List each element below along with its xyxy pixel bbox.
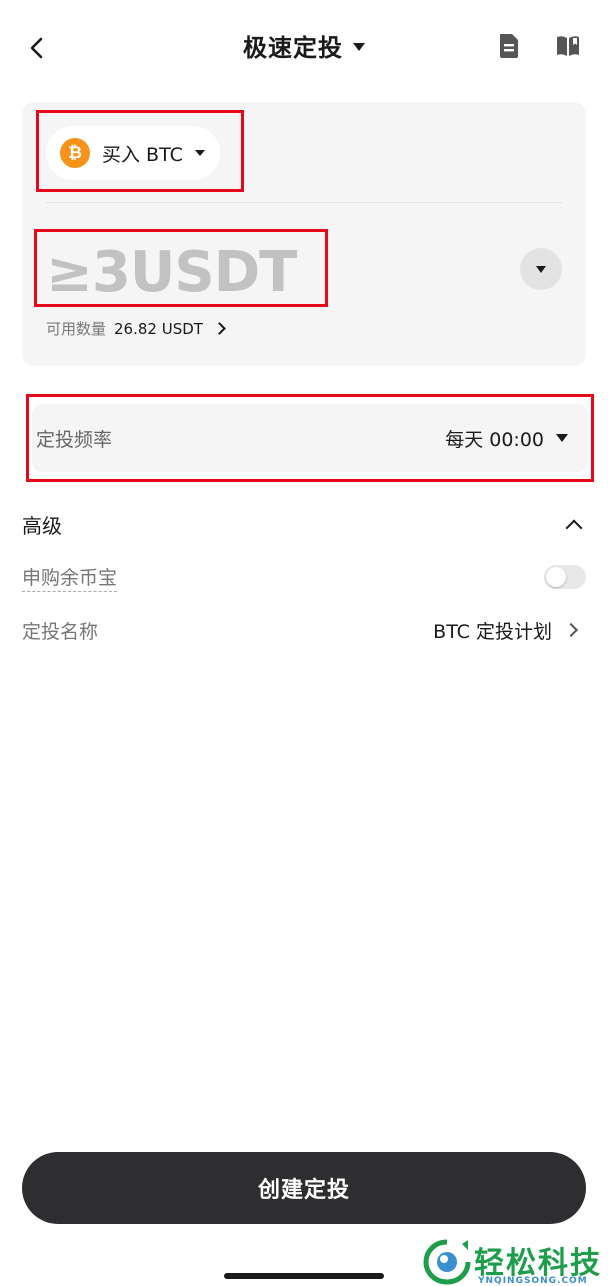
frequency-value-group: 每天 00:00 [445, 425, 568, 452]
frequency-label: 定投频率 [36, 428, 113, 451]
bitcoin-icon: ₿ [60, 138, 90, 168]
subscribe-toggle[interactable] [544, 565, 586, 589]
frequency-selector[interactable]: 定投频率 每天 00:00 [32, 404, 588, 472]
book-icon [557, 36, 579, 56]
eye-logo-icon [423, 1239, 471, 1285]
watermark: 轻松科技 YNQINGSONG.COM [422, 1238, 608, 1286]
create-plan-button[interactable]: 创建定投 [22, 1152, 586, 1224]
caret-down-icon [353, 42, 365, 51]
advanced-section-toggle[interactable]: 高级 [22, 506, 586, 542]
plan-name-value: BTC 定投计划 [433, 620, 552, 643]
document-icon [500, 34, 518, 58]
subscribe-label: 申购余币宝 [22, 563, 118, 592]
caret-down-icon [536, 265, 546, 273]
available-label: 可用数量 [46, 320, 107, 338]
caret-down-icon [194, 150, 205, 156]
frequency-value: 每天 00:00 [445, 428, 544, 451]
plan-name-row[interactable]: 定投名称 BTC 定投计划 [22, 612, 586, 648]
buy-coin-label: 买入 BTC [102, 143, 183, 166]
advanced-title: 高级 [22, 513, 62, 538]
buy-coin-selector[interactable]: ₿ 买入 BTC [46, 126, 220, 180]
header: 极速定投 [0, 0, 608, 96]
divider [46, 202, 562, 203]
subscribe-savings-row: 申购余币宝 [22, 559, 586, 595]
watermark-subtext: YNQINGSONG.COM [478, 1276, 588, 1286]
toggle-knob [546, 567, 566, 587]
guide-button[interactable] [554, 32, 582, 60]
available-value: 26.82 USDT [114, 319, 203, 338]
amount-input[interactable]: ≥3USDT [46, 234, 346, 310]
plan-name-label: 定投名称 [22, 620, 99, 643]
available-balance[interactable]: 可用数量 26.82 USDT [46, 318, 226, 339]
currency-dropdown-button[interactable] [520, 248, 562, 290]
chevron-right-icon [563, 622, 579, 638]
chevron-up-icon [565, 519, 583, 537]
chevron-right-icon [213, 322, 226, 335]
page-title: 极速定投 [243, 34, 343, 62]
amount-card: ₿ 买入 BTC ≥3USDT 可用数量 26.82 USDT [22, 102, 586, 366]
caret-down-icon [556, 434, 568, 442]
record-button[interactable] [496, 32, 522, 60]
plan-name-value-group: BTC 定投计划 [433, 617, 586, 644]
home-indicator [224, 1273, 384, 1279]
